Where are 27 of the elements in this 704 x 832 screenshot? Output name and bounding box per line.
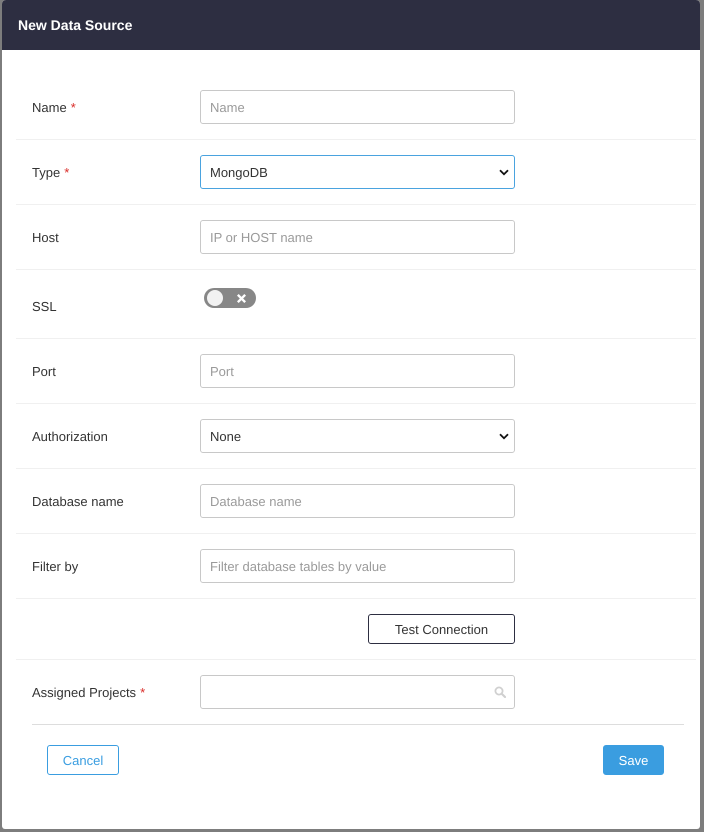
text-field[interactable]: IP or HOST name <box>200 220 515 254</box>
text-field[interactable]: Port <box>200 354 515 388</box>
field-label: Assigned Projects <box>32 684 136 700</box>
dropdown-field[interactable]: None <box>200 419 515 453</box>
dropdown-field[interactable]: MongoDB <box>200 155 515 189</box>
chevron-down-icon <box>499 168 509 176</box>
text-field[interactable]: Database name <box>200 484 515 518</box>
text-field[interactable]: Filter database tables by value <box>200 549 515 583</box>
required-asterisk: * <box>140 684 146 700</box>
dialog-title: New Data Source <box>18 17 132 33</box>
field-label: Type <box>32 164 60 180</box>
search-icon <box>494 686 506 698</box>
chevron-down-icon <box>499 432 509 440</box>
field-label: Host <box>32 230 59 244</box>
field-label: Authorization <box>32 428 108 444</box>
field-label: Port <box>32 364 56 378</box>
field-label: Filter by <box>32 558 78 574</box>
required-asterisk: * <box>64 164 70 180</box>
field-label: Name <box>32 100 67 114</box>
text-field[interactable]: Name <box>200 90 515 124</box>
field-label: SSL <box>32 298 57 314</box>
field-label: Database name <box>32 494 124 508</box>
cross-icon <box>236 292 247 304</box>
search-field[interactable] <box>200 675 515 709</box>
test-connection-button[interactable]: Test Connection <box>368 614 515 644</box>
required-asterisk: * <box>70 100 76 114</box>
toggle-switch[interactable] <box>204 288 256 308</box>
